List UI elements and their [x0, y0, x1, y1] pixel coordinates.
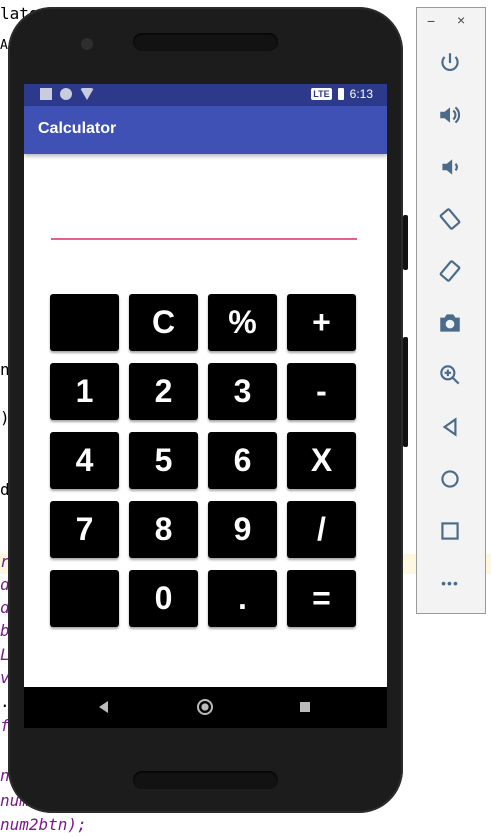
front-camera	[81, 38, 93, 50]
app-title: Calculator	[38, 120, 117, 137]
key-4[interactable]: 4	[50, 432, 119, 489]
earpiece-speaker	[133, 33, 278, 51]
device-screen: LTE 6:13 Calculator C% +1 2 3- 4 5 6 X 7 8 9/ 0. =	[24, 84, 387, 728]
rotate-right-icon[interactable]	[435, 256, 465, 286]
sd-card-icon	[40, 88, 52, 100]
emulator-titlebar: − ×	[417, 8, 485, 38]
sync-icon	[60, 88, 72, 100]
key-0[interactable]: 0	[129, 570, 198, 627]
key-divide[interactable]: /	[287, 501, 356, 558]
signal-icon: LTE	[311, 88, 332, 100]
volume-rocker	[403, 215, 408, 270]
navigation-bar	[24, 687, 387, 728]
power-icon[interactable]	[435, 48, 465, 78]
nav-overview-icon[interactable]	[300, 702, 310, 712]
key-9[interactable]: 9	[208, 501, 277, 558]
calculator-display-input[interactable]	[51, 202, 357, 240]
key-2[interactable]: 2	[129, 363, 198, 420]
phone-frame: LTE 6:13 Calculator C% +1 2 3- 4 5 6 X 7 8 9/ 0. =	[8, 7, 408, 813]
nav-home-icon[interactable]	[197, 699, 213, 715]
volume-down-icon[interactable]	[435, 152, 465, 182]
key-6[interactable]: 6	[208, 432, 277, 489]
system-icons: LTE 6:13	[311, 87, 373, 101]
key-equals[interactable]: =	[287, 570, 356, 627]
key-8[interactable]: 8	[129, 501, 198, 558]
key-clear[interactable]: C	[129, 294, 198, 351]
volume-up-icon[interactable]	[435, 100, 465, 130]
key-7[interactable]: 7	[50, 501, 119, 558]
close-button[interactable]: ×	[457, 12, 465, 28]
wifi-icon	[80, 88, 94, 100]
more-icon[interactable]: •••	[435, 568, 465, 598]
status-bar: LTE 6:13	[24, 84, 387, 106]
key-1[interactable]: 1	[50, 363, 119, 420]
key-plus[interactable]: +	[287, 294, 356, 351]
home-icon[interactable]	[435, 464, 465, 494]
key-minus[interactable]: -	[287, 363, 356, 420]
rotate-left-icon[interactable]	[435, 204, 465, 234]
key-multiply[interactable]: X	[287, 432, 356, 489]
overview-icon[interactable]	[435, 516, 465, 546]
power-button	[403, 337, 408, 447]
zoom-in-icon[interactable]	[435, 360, 465, 390]
key-decimal[interactable]: .	[208, 570, 277, 627]
key-5[interactable]: 5	[129, 432, 198, 489]
bottom-speaker	[133, 771, 278, 789]
key-percent[interactable]: %	[208, 294, 277, 351]
app-bar: Calculator	[24, 106, 387, 154]
ide-code-line: num2btn);	[0, 815, 87, 834]
notification-icons	[40, 88, 94, 100]
minimize-button[interactable]: −	[427, 13, 435, 29]
emulator-toolbar: − × •••	[416, 7, 486, 614]
battery-icon	[337, 88, 344, 100]
clock: 6:13	[349, 87, 373, 101]
back-icon[interactable]	[435, 412, 465, 442]
nav-back-icon[interactable]	[99, 701, 108, 713]
camera-icon[interactable]	[435, 308, 465, 338]
key-3[interactable]: 3	[208, 363, 277, 420]
key-blank[interactable]	[50, 294, 119, 351]
key-blank[interactable]	[50, 570, 119, 627]
